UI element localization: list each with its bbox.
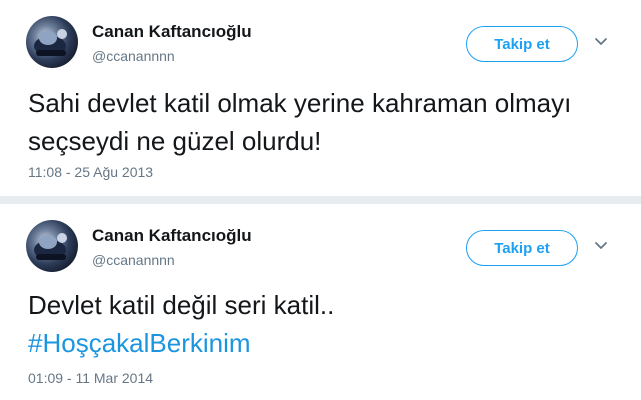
chevron-down-icon[interactable]	[594, 34, 608, 48]
avatar[interactable]	[26, 16, 78, 68]
tweet-card: Canan Kaftancıoğlu @ccanannnn Takip et D…	[0, 204, 641, 400]
display-name[interactable]: Canan Kaftancıoğlu	[92, 22, 252, 42]
tweet-timestamp[interactable]: 11:08 - 25 Ağu 2013	[28, 164, 153, 180]
chevron-down-icon[interactable]	[594, 238, 608, 252]
tweet-text-body: Devlet katil değil seri katil..	[28, 290, 335, 320]
user-handle[interactable]: @ccanannnn	[92, 48, 175, 64]
follow-button[interactable]: Takip et	[466, 230, 578, 266]
display-name[interactable]: Canan Kaftancıoğlu	[92, 226, 252, 246]
hashtag-link[interactable]: #HoşçakalBerkinim	[28, 324, 334, 362]
avatar[interactable]	[26, 220, 78, 272]
tweet-separator	[0, 196, 641, 204]
user-handle[interactable]: @ccanannnn	[92, 252, 175, 268]
tweet-text: Devlet katil değil seri katil.. #Hoşçaka…	[28, 286, 334, 362]
tweet-timestamp[interactable]: 01:09 - 11 Mar 2014	[28, 370, 153, 386]
follow-button[interactable]: Takip et	[466, 26, 578, 62]
tweet-text: Sahi devlet katil olmak yerine kahraman …	[28, 88, 572, 156]
tweet-card: Canan Kaftancıoğlu @ccanannnn Takip et S…	[0, 0, 641, 196]
